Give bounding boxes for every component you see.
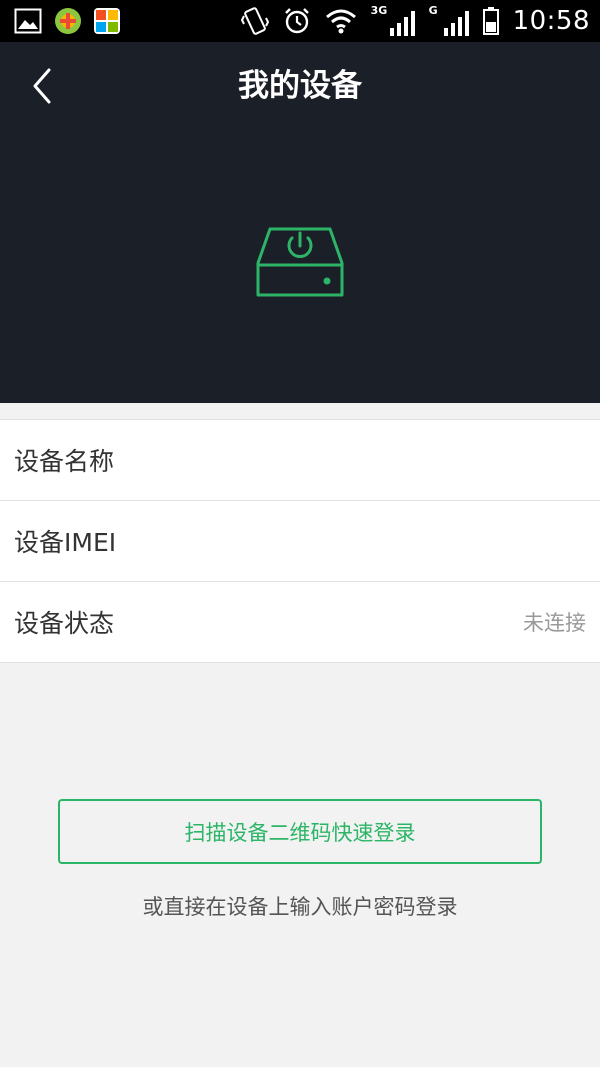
scan-qr-login-button[interactable]: 扫描设备二维码快速登录 <box>58 799 542 864</box>
wifi-icon <box>325 9 356 34</box>
signal-3g-icon: 3G <box>370 4 415 36</box>
row-device-imei[interactable]: 设备IMEI <box>0 501 600 582</box>
row-device-status[interactable]: 设备状态 未连接 <box>0 582 600 663</box>
network-g-label: G <box>428 4 438 17</box>
row-label: 设备IMEI <box>14 528 117 557</box>
row-label: 设备状态 <box>14 609 115 638</box>
app-icon-game <box>55 8 81 34</box>
alt-login-hint: 或直接在设备上输入账户密码登录 <box>142 895 458 919</box>
row-label: 设备名称 <box>14 447 115 476</box>
vibrate-icon <box>240 7 269 35</box>
signal-g-icon: G <box>428 4 469 36</box>
alarm-icon <box>284 8 309 34</box>
device-info-list: 设备名称 设备IMEI 设备状态 未连接 <box>0 419 600 663</box>
status-bar: 3G G 10:58 <box>0 0 600 42</box>
device-header: 我的设备 <box>0 42 600 403</box>
status-time: 10:58 <box>512 6 590 36</box>
page-title: 我的设备 <box>238 68 362 104</box>
network-3g-label: 3G <box>370 4 388 17</box>
row-device-name[interactable]: 设备名称 <box>0 420 600 501</box>
battery-icon <box>482 7 499 35</box>
status-value: 未连接 <box>523 611 586 635</box>
gallery-icon <box>14 8 42 34</box>
device-power-icon <box>256 227 344 297</box>
app-icon-tiles <box>94 8 120 34</box>
